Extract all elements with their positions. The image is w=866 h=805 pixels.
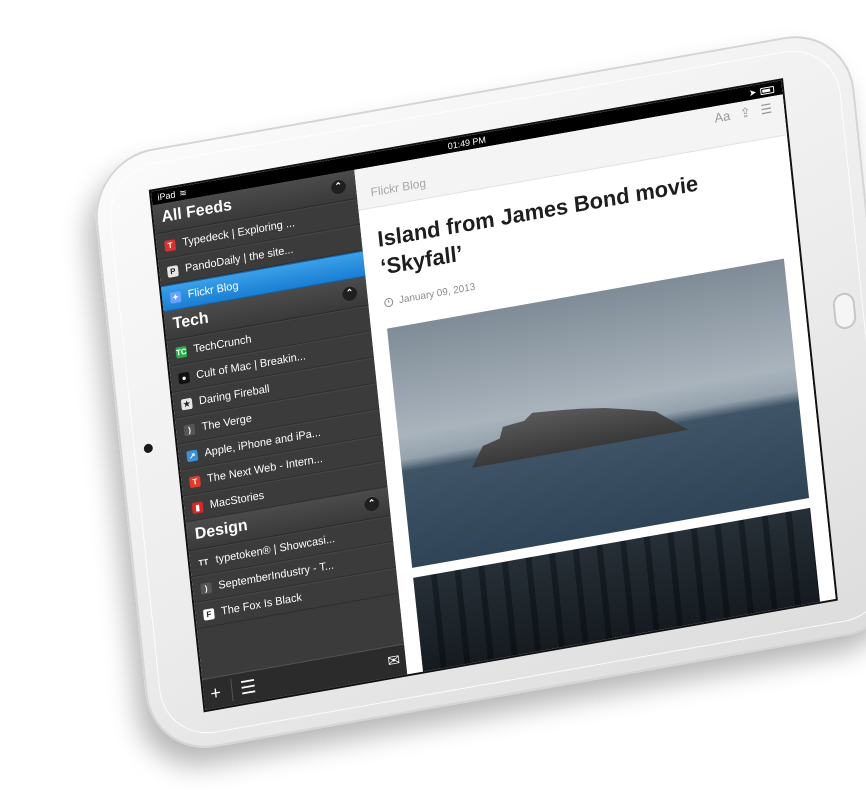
battery-icon — [759, 85, 775, 95]
font-size-button[interactable]: Aa — [714, 108, 731, 127]
group-title: All Feeds — [160, 196, 233, 227]
share-icon[interactable]: ⇪ — [739, 104, 751, 122]
camera-lens — [143, 443, 154, 454]
ipad-device: iPad ≋ 01:49 PM ➤ All Feeds ⌃ T Typedeck | … — [89, 26, 866, 758]
compose-mail-icon[interactable]: ✉ — [381, 647, 407, 675]
sidebar-toolbar: + ☰ ✉ — [202, 643, 408, 710]
clock-icon — [383, 297, 394, 308]
flickr-icon: ✦ — [169, 290, 182, 304]
typetoken-icon: TT — [197, 555, 210, 569]
rss-icon: ) — [200, 581, 213, 595]
toolbar-divider — [230, 679, 234, 702]
typedeck-icon: T — [164, 238, 177, 252]
article-pane: Flickr Blog Aa ⇪ ☰ Island from James Bon… — [354, 94, 836, 698]
foxisblack-icon: F — [202, 607, 215, 621]
collapse-chevron-icon[interactable]: ⌃ — [341, 284, 358, 302]
feed-name: Flickr Blog — [369, 175, 427, 200]
collapse-chevron-icon[interactable]: ⌃ — [330, 177, 347, 196]
pandodaily-icon: P — [166, 264, 179, 278]
group-title: Tech — [172, 309, 210, 333]
group-title: Design — [194, 516, 249, 544]
macstories-icon: ▮ — [191, 500, 204, 514]
location-icon: ➤ — [748, 86, 757, 99]
island-shape — [467, 386, 688, 468]
menu-icon[interactable]: ☰ — [760, 100, 773, 118]
techcrunch-icon: TC — [175, 345, 188, 359]
article-date: January 09, 2013 — [398, 281, 476, 307]
screen: iPad ≋ 01:49 PM ➤ All Feeds ⌃ T Typedeck | … — [150, 80, 836, 710]
menu-icon[interactable]: ☰ — [235, 673, 261, 701]
daring-fireball-icon: ★ — [180, 397, 193, 411]
home-button[interactable] — [831, 291, 858, 331]
tnw-icon: T — [188, 474, 201, 488]
add-feed-button[interactable]: + — [203, 679, 229, 707]
apple-news-icon: ↗ — [186, 448, 199, 462]
collapse-chevron-icon[interactable]: ⌃ — [363, 494, 380, 513]
cultofmac-icon: ● — [178, 371, 191, 385]
rss-icon: ) — [183, 423, 196, 436]
